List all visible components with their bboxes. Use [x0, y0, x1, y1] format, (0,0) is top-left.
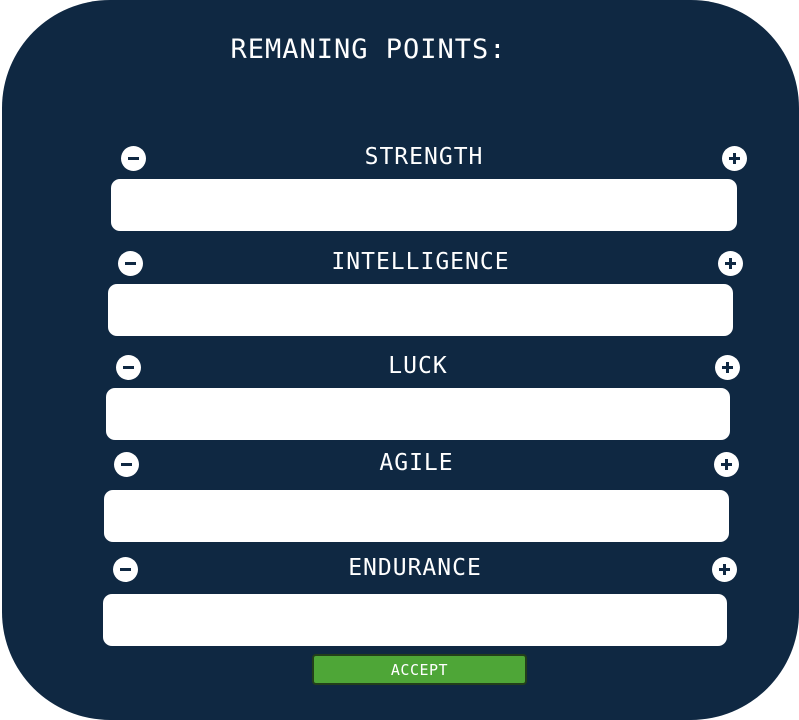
luck-field[interactable] [106, 388, 730, 440]
stat-intelligence: INTELLIGENCE [108, 248, 743, 348]
accept-button[interactable]: ACCEPT [312, 654, 527, 685]
stat-luck: LUCK [106, 352, 740, 452]
stat-label-agile: AGILE [379, 450, 454, 476]
agile-increase-button[interactable] [714, 452, 739, 477]
remaining-points-title: REMANING POINTS: [230, 34, 507, 65]
stat-label-intelligence: INTELLIGENCE [331, 249, 510, 275]
intelligence-decrease-button[interactable] [118, 251, 143, 276]
stat-label-endurance: ENDURANCE [348, 555, 482, 581]
luck-decrease-button[interactable] [116, 355, 141, 380]
agile-decrease-button[interactable] [114, 452, 139, 477]
luck-increase-button[interactable] [715, 355, 740, 380]
agile-field[interactable] [104, 490, 729, 542]
endurance-field[interactable] [103, 594, 727, 646]
stats-panel: REMANING POINTS: STRENGTH INTELLIGENCE L… [2, 0, 799, 720]
intelligence-field[interactable] [108, 284, 733, 336]
stat-label-luck: LUCK [388, 353, 448, 379]
stat-endurance: ENDURANCE [103, 554, 737, 654]
endurance-increase-button[interactable] [712, 557, 737, 582]
strength-decrease-button[interactable] [121, 146, 146, 171]
stat-agile: AGILE [104, 449, 739, 549]
strength-increase-button[interactable] [722, 146, 747, 171]
stat-strength: STRENGTH [111, 143, 747, 243]
stat-label-strength: STRENGTH [364, 144, 484, 170]
endurance-decrease-button[interactable] [113, 557, 138, 582]
intelligence-increase-button[interactable] [718, 251, 743, 276]
strength-field[interactable] [111, 179, 737, 231]
